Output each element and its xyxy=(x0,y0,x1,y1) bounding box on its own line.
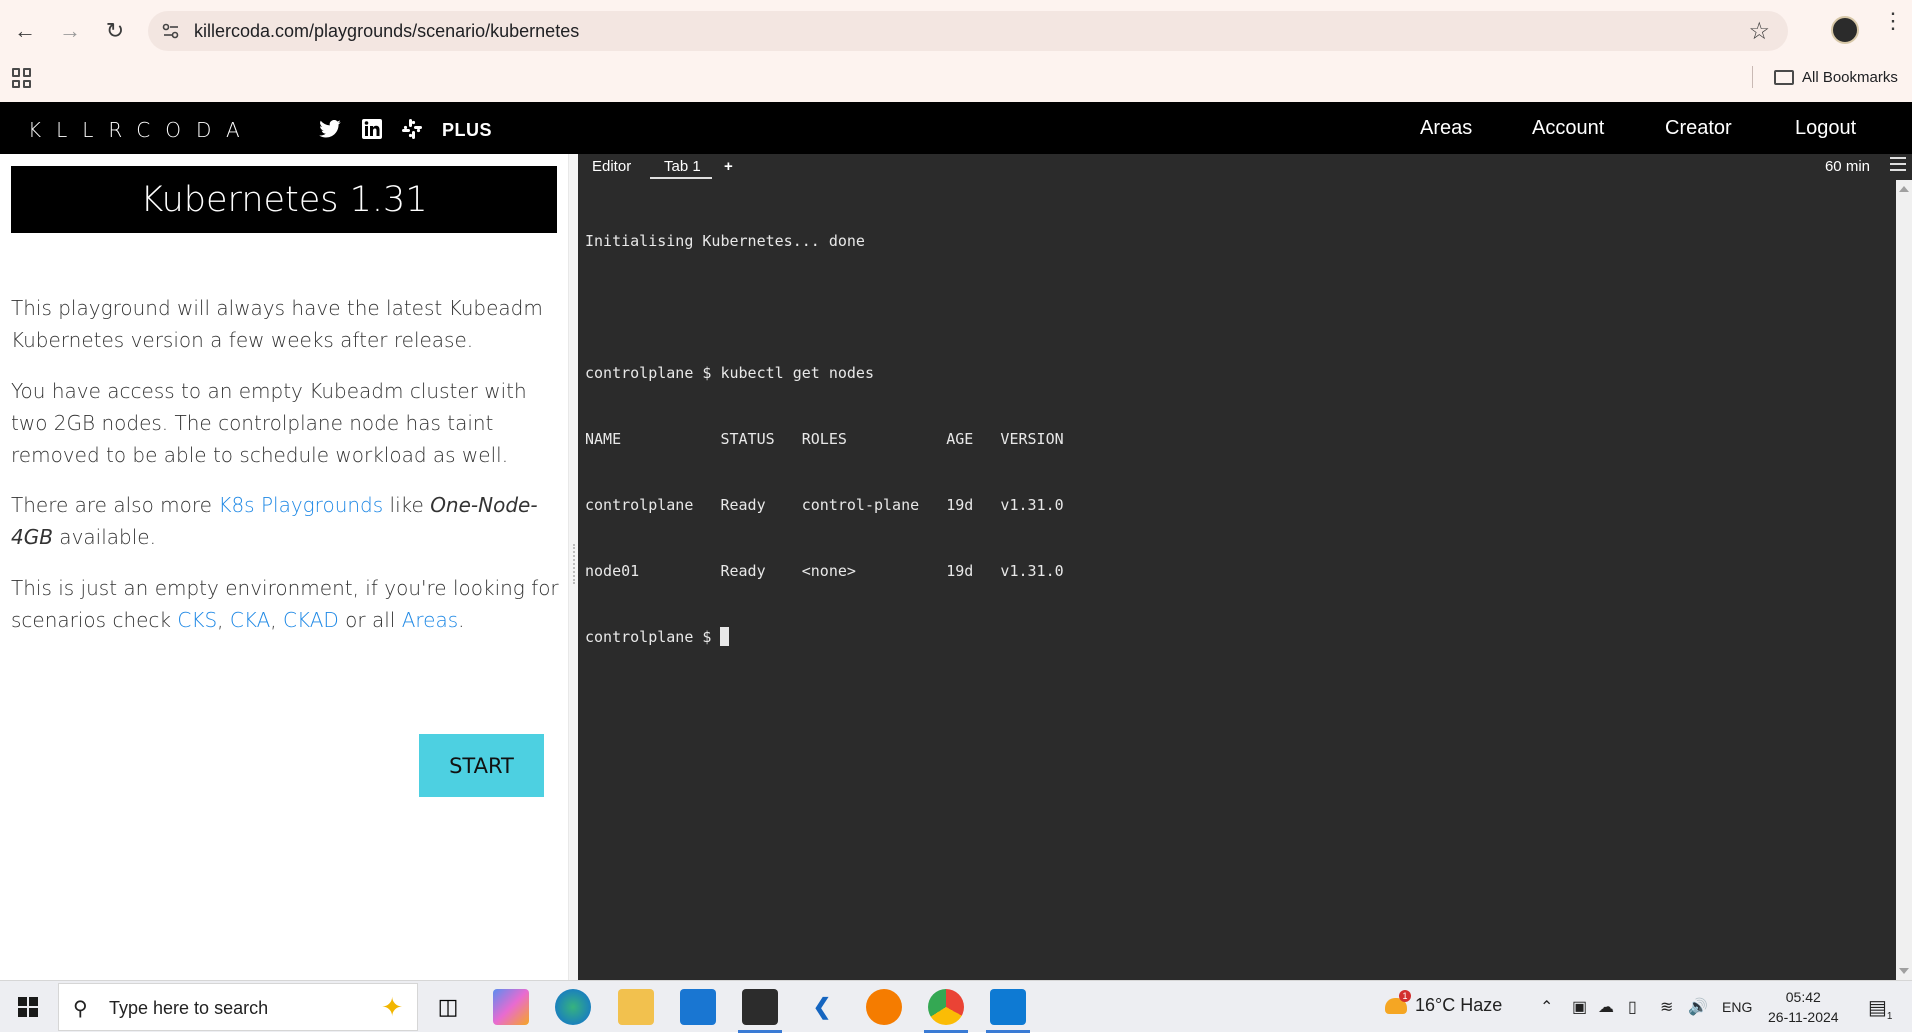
start-button[interactable]: START xyxy=(419,734,544,797)
battery-icon[interactable]: ▯ xyxy=(1628,997,1637,1017)
chrome-icon[interactable] xyxy=(928,989,964,1025)
terminal-line: ​ xyxy=(585,296,1064,318)
ckad-link[interactable]: CKAD xyxy=(283,608,339,632)
windows-start-icon[interactable] xyxy=(18,997,38,1017)
linkedin-icon[interactable] xyxy=(360,118,384,140)
scenario-title: Kubernetes 1.31 xyxy=(11,166,557,233)
intro-paragraph: This playground will always have the lat… xyxy=(11,296,543,352)
taskbar-search[interactable]: ⚲ Type here to search ✦ xyxy=(58,983,418,1031)
address-bar[interactable]: killercoda.com/playgrounds/scenario/kube… xyxy=(148,11,1788,51)
nav-account[interactable]: Account xyxy=(1532,117,1604,140)
reload-icon[interactable]: ↻ xyxy=(98,14,132,48)
weather-widget[interactable]: 1 16°C Haze xyxy=(1385,989,1503,1016)
active-tab-indicator xyxy=(650,177,712,179)
browser-menu-icon[interactable]: ⋮ xyxy=(1882,10,1904,42)
notification-count: 1 xyxy=(1886,1011,1893,1022)
splitter-handle[interactable] xyxy=(573,544,575,584)
cka-link[interactable]: CKA xyxy=(230,608,270,632)
terminal-scrollbar[interactable] xyxy=(1896,180,1912,980)
orange-app-icon[interactable] xyxy=(866,989,902,1025)
mail-icon[interactable] xyxy=(680,989,716,1025)
cks-link[interactable]: CKS xyxy=(177,608,217,632)
folder-icon xyxy=(1774,69,1794,85)
scroll-up-icon[interactable] xyxy=(1899,186,1909,192)
playgrounds-text-post: available. xyxy=(52,525,156,549)
terminal-output[interactable]: Initialising Kubernetes... done ​ contro… xyxy=(585,186,1064,692)
terminal-cursor xyxy=(720,627,730,646)
search-icon: ⚲ xyxy=(73,998,88,1020)
bookmark-star-icon[interactable]: ☆ xyxy=(1748,17,1770,46)
apps-grid-icon[interactable] xyxy=(12,68,32,88)
search-placeholder: Type here to search xyxy=(109,998,269,1018)
tab-1[interactable]: Tab 1 xyxy=(664,158,701,175)
weather-icon: 1 xyxy=(1385,989,1411,1014)
k8s-playgrounds-link[interactable]: K8s Playgrounds xyxy=(218,493,383,517)
file-explorer-icon[interactable] xyxy=(618,989,654,1025)
notification-icon[interactable]: ▤1 xyxy=(1868,995,1892,1022)
terminal-line: Initialising Kubernetes... done xyxy=(585,232,865,250)
add-tab-button[interactable]: + xyxy=(724,158,733,175)
panel-splitter[interactable] xyxy=(568,154,578,980)
task-view-icon[interactable]: ◫ xyxy=(430,989,466,1025)
playgrounds-text-mid: like xyxy=(383,493,431,517)
separator-2: , xyxy=(270,608,283,632)
language-indicator[interactable]: ENG xyxy=(1722,999,1752,1015)
areas-link[interactable]: Areas xyxy=(402,608,458,632)
terminal-prompt: controlplane $ xyxy=(585,628,721,646)
profile-avatar[interactable] xyxy=(1831,16,1859,44)
all-bookmarks[interactable]: All Bookmarks xyxy=(1774,66,1898,88)
meet-icon[interactable]: ▣ xyxy=(1572,997,1587,1017)
nav-areas[interactable]: Areas xyxy=(1420,117,1472,140)
scenario-panel: Kubernetes 1.31 This playground will alw… xyxy=(0,154,568,980)
terminal-line: NAME STATUS ROLES AGE VERSION xyxy=(585,430,1064,448)
nav-creator[interactable]: Creator xyxy=(1665,117,1732,140)
cluster-paragraph: You have access to an empty Kubeadm clus… xyxy=(11,379,527,467)
edge-icon[interactable] xyxy=(555,989,591,1025)
terminal-line: controlplane Ready control-plane 19d v1.… xyxy=(585,496,1064,514)
volume-icon[interactable]: 🔊 xyxy=(1688,997,1708,1017)
terminal-app-icon[interactable] xyxy=(742,989,778,1025)
tab-editor[interactable]: Editor xyxy=(592,158,631,175)
system-clock[interactable]: 05:42 26-11-2024 xyxy=(1768,987,1839,1027)
site-settings-icon[interactable] xyxy=(160,20,182,42)
windows-taskbar: ⚲ Type here to search ✦ ◫ ❮ 1 16°C Haze … xyxy=(0,980,1912,1033)
all-bookmarks-label: All Bookmarks xyxy=(1802,68,1898,86)
forward-arrow-icon[interactable]: → xyxy=(53,14,87,48)
copilot-icon[interactable] xyxy=(493,989,529,1025)
terminal-prompt-line[interactable]: controlplane $ xyxy=(585,626,1064,648)
clock-time: 05:42 xyxy=(1785,989,1821,1005)
scenarios-text-post: . xyxy=(458,608,465,632)
scenarios-paragraph: This is just an empty environment, if yo… xyxy=(11,572,561,636)
playgrounds-paragraph: There are also more K8s Playgrounds like… xyxy=(11,489,561,553)
chevron-up-icon[interactable]: ⌃ xyxy=(1540,997,1553,1017)
session-timer: 60 min xyxy=(1824,158,1870,175)
clock-date: 26-11-2024 xyxy=(1768,1009,1839,1025)
terminal-tabs: Editor Tab 1 + 60 min xyxy=(578,154,1912,180)
onedrive-icon[interactable]: ☁ xyxy=(1598,997,1614,1017)
vscode-icon[interactable] xyxy=(990,989,1026,1025)
terminal-panel[interactable]: Editor Tab 1 + 60 min Initialising Kuber… xyxy=(578,154,1912,980)
copilot-sparkle-icon[interactable]: ✦ xyxy=(381,992,403,1023)
site-header: KLLRCODA PLUS Areas Account Creator Logo… xyxy=(0,102,1912,154)
separator-1: , xyxy=(217,608,230,632)
back-arrow-icon[interactable]: ← xyxy=(8,14,42,48)
browser-chrome: ← → ↻ killercoda.com/playgrounds/scenari… xyxy=(0,0,1912,102)
terminal-menu-icon[interactable] xyxy=(1890,157,1906,171)
wifi-icon[interactable]: ≋ xyxy=(1660,997,1673,1017)
nav-logout[interactable]: Logout xyxy=(1795,117,1856,140)
scroll-down-icon[interactable] xyxy=(1899,968,1909,974)
playgrounds-text: There are also more xyxy=(11,493,219,517)
slack-icon[interactable] xyxy=(400,118,424,140)
app-k-icon[interactable]: ❮ xyxy=(804,989,840,1025)
twitter-icon[interactable] xyxy=(318,118,342,140)
scenarios-text-mid: or all xyxy=(338,608,402,632)
killercoda-logo[interactable]: KLLRCODA xyxy=(28,118,255,142)
bookmarks-divider xyxy=(1752,66,1753,88)
terminal-line: controlplane $ kubectl get nodes xyxy=(585,364,874,382)
weather-text: 16°C Haze xyxy=(1415,995,1503,1015)
plus-link[interactable]: PLUS xyxy=(442,120,492,141)
weather-badge: 1 xyxy=(1399,989,1411,1002)
terminal-line: node01 Ready <none> 19d v1.31.0 xyxy=(585,562,1064,580)
url-text[interactable]: killercoda.com/playgrounds/scenario/kube… xyxy=(194,21,579,42)
